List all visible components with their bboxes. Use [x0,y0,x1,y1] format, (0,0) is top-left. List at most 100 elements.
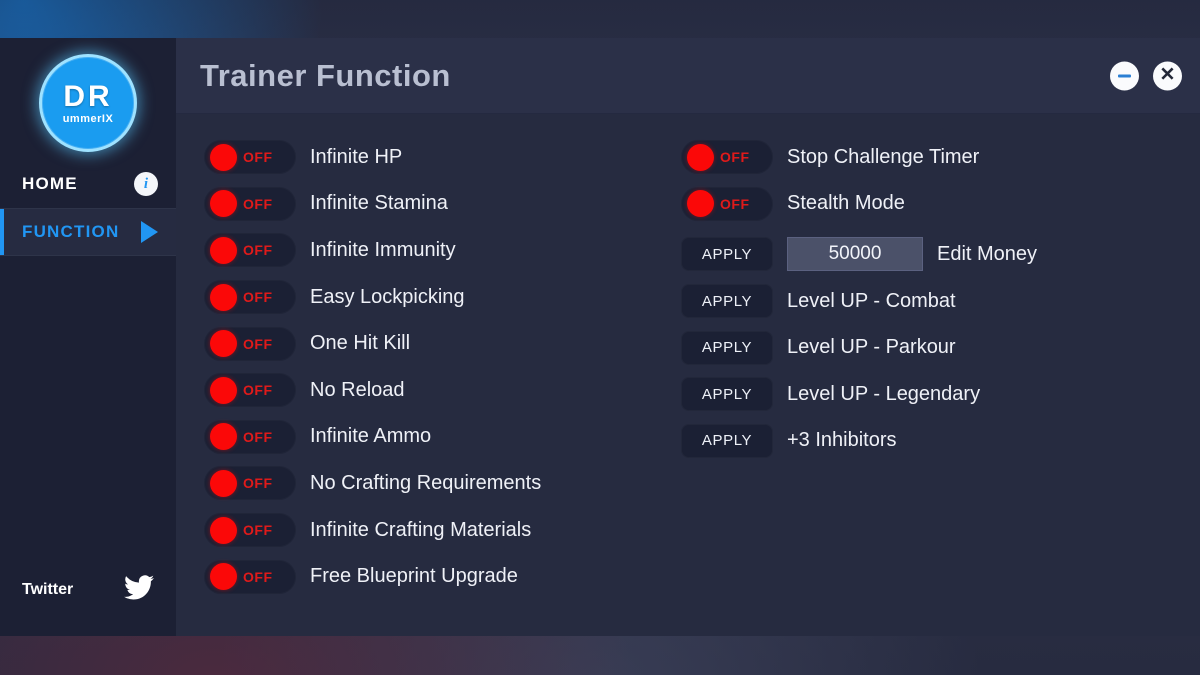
toggle-knob-icon [687,190,714,218]
function-row: OFF Infinite Ammo [204,414,674,461]
toggle-knob-icon [210,516,237,544]
toggle-switch[interactable]: OFF [204,233,296,268]
sidebar-item-function-label: FUNCTION [22,222,120,241]
toggle-knob-icon [210,376,237,404]
apply-button[interactable]: APPLY [681,330,773,365]
sidebar-item-home-label: HOME [22,174,78,193]
function-label: Easy Lockpicking [310,285,465,308]
toggle-knob-icon [210,236,237,264]
minimize-button[interactable] [1110,61,1139,90]
function-row: OFF Easy Lockpicking [204,274,674,321]
function-label: Infinite Ammo [310,425,432,448]
toggle-switch[interactable]: OFF [204,513,296,548]
function-row: APPLY +3 Inhibitors [681,418,1181,465]
function-column-right: OFF Stop Challenge Timer OFF Stealth Mode AP… [681,134,1181,464]
logo-circle: DR ummerIX [39,54,137,152]
toggle-knob-icon [210,423,237,451]
money-value-input[interactable]: 50000 [787,237,923,272]
toggle-state-label: OFF [243,242,273,259]
function-label: Free Blueprint Upgrade [310,565,518,588]
function-label: No Reload [310,378,405,401]
toggle-knob-icon [210,283,237,311]
function-row: OFF No Reload [204,367,674,414]
function-row: OFF Stop Challenge Timer [681,134,1181,181]
toggle-state-label: OFF [243,428,273,445]
apply-button[interactable]: APPLY [681,423,773,458]
apply-button[interactable]: APPLY [681,237,773,272]
function-row: OFF Infinite Immunity [204,227,674,274]
function-row: OFF One Hit Kill [204,320,674,367]
logo-main-text: DR [63,79,113,113]
toggle-knob-icon [210,143,237,171]
function-column-left: OFF Infinite HP OFF Infinite Stamina OFF Infi… [204,134,674,600]
function-row: OFF Infinite HP [204,134,674,181]
toggle-knob-icon [210,563,237,591]
apply-button[interactable]: APPLY [681,284,773,319]
toggle-knob-icon [210,190,237,218]
function-label: Edit Money [937,242,1038,265]
toggle-switch[interactable]: OFF [204,326,296,361]
sidebar-item-home[interactable]: HOME i [0,160,176,208]
trainer-window: DR ummerIX HOME i FUNCTION Twitter Train… [0,38,1200,636]
function-label: Stop Challenge Timer [787,145,980,168]
function-label: Stealth Mode [787,192,905,215]
title-bar: Trainer Function ✕ [176,38,1200,114]
toggle-knob-icon [687,143,714,171]
toggle-switch[interactable]: OFF [681,186,773,221]
toggle-state-label: OFF [243,289,273,306]
function-row: APPLY Level UP - Legendary [681,371,1181,418]
twitter-label: Twitter [22,581,74,598]
function-label: Level UP - Legendary [787,382,981,405]
function-label: Infinite Stamina [310,192,448,215]
function-label: +3 Inhibitors [787,429,897,452]
sidebar: DR ummerIX HOME i FUNCTION Twitter [0,38,176,636]
apply-button[interactable]: APPLY [681,377,773,412]
toggle-state-label: OFF [243,475,273,492]
function-row: OFF Stealth Mode [681,181,1181,228]
function-label: Infinite Crafting Materials [310,518,532,541]
toggle-switch[interactable]: OFF [204,559,296,594]
logo-sub-text: ummerIX [62,112,114,125]
toggle-state-label: OFF [243,568,273,585]
function-row: OFF No Crafting Requirements [204,460,674,507]
function-content: OFF Infinite HP OFF Infinite Stamina OFF Infi… [176,114,1200,636]
function-label: One Hit Kill [310,332,411,355]
window-controls: ✕ [1110,61,1182,90]
toggle-knob-icon [210,469,237,497]
app-logo: DR ummerIX [0,38,176,160]
toggle-state-label: OFF [243,382,273,399]
toggle-knob-icon [210,330,237,358]
close-button[interactable]: ✕ [1153,61,1182,90]
toggle-switch[interactable]: OFF [204,186,296,221]
function-row: OFF Infinite Crafting Materials [204,507,674,554]
function-label: No Crafting Requirements [310,471,542,494]
twitter-link[interactable]: Twitter [0,570,176,610]
toggle-switch[interactable]: OFF [204,280,296,315]
close-icon: ✕ [1159,64,1176,85]
function-label: Infinite HP [310,145,403,168]
toggle-state-label: OFF [243,522,273,539]
function-row: APPLY Level UP - Parkour [681,324,1181,371]
function-row: OFF Infinite Stamina [204,181,674,228]
play-triangle-icon [141,221,158,243]
main-panel: Trainer Function ✕ OFF Infinite HP OFF Infi… [176,38,1200,636]
function-row: OFF Free Blueprint Upgrade [204,553,674,600]
toggle-switch[interactable]: OFF [204,140,296,175]
twitter-bird-icon[interactable] [124,575,154,605]
toggle-state-label: OFF [243,335,273,352]
toggle-state-label: OFF [720,149,750,166]
toggle-switch[interactable]: OFF [204,373,296,408]
toggle-switch[interactable]: OFF [204,419,296,454]
minimize-icon [1118,74,1131,77]
toggle-switch[interactable]: OFF [681,140,773,175]
toggle-state-label: OFF [720,195,750,212]
function-row: APPLY Level UP - Combat [681,278,1181,325]
toggle-state-label: OFF [243,149,273,166]
info-icon[interactable]: i [134,172,158,196]
page-title: Trainer Function [200,57,451,93]
sidebar-item-function[interactable]: FUNCTION [0,208,176,256]
toggle-state-label: OFF [243,195,273,212]
toggle-switch[interactable]: OFF [204,466,296,501]
function-label: Level UP - Combat [787,289,956,312]
function-label: Level UP - Parkour [787,336,956,359]
